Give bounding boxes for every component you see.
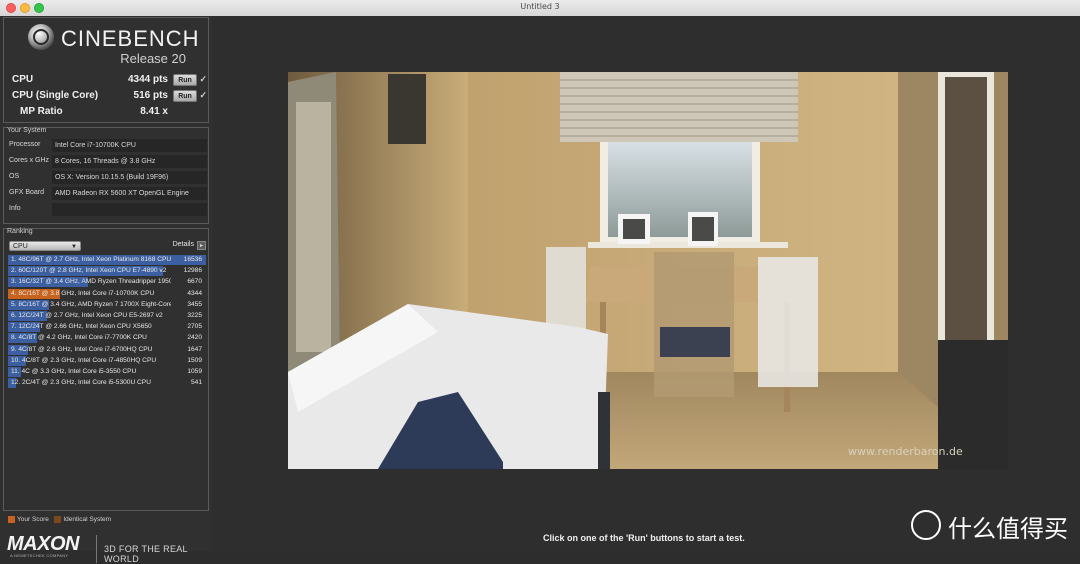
system-value: Intel Core i7-10700K CPU bbox=[52, 139, 207, 152]
cpu-score-label: CPU bbox=[12, 74, 34, 85]
footer-divider bbox=[96, 535, 97, 563]
cpu-run-button[interactable]: Run bbox=[173, 74, 197, 86]
ranking-label: 8. 4C/8T @ 4.2 GHz, Intel Core i7-7700K … bbox=[11, 334, 147, 342]
ranking-points: 4344 bbox=[187, 289, 202, 297]
score-panel: CINEBENCH Release 20 CPU 4344 pts Run ✓ … bbox=[3, 17, 209, 123]
system-value: AMD Radeon RX 5600 XT OpenGL Engine bbox=[52, 187, 207, 200]
legend-identical-system: Identical System bbox=[63, 516, 112, 524]
maxon-tagline: 3D FOR THE REAL WORLD bbox=[104, 544, 188, 564]
system-row-os: OS OS X: Version 10.15.5 (Build 19F96) bbox=[7, 171, 207, 184]
system-value: OS X: Version 10.15.5 (Build 19F96) bbox=[52, 171, 207, 184]
cpu-single-score-row: CPU (Single Core) 516 pts Run ✓ bbox=[8, 90, 208, 104]
your-score-swatch bbox=[8, 516, 15, 523]
system-row-info: Info bbox=[7, 203, 207, 216]
ranking-panel: Ranking CPU ▼ Details ▸ 1. 48C/96T @ 2.7… bbox=[3, 228, 209, 511]
ranking-row[interactable]: 11. 4C @ 3.3 GHz, Intel Core i5-3550 CPU… bbox=[8, 367, 206, 377]
ranking-label: 5. 8C/16T @ 3.4 GHz, AMD Ryzen 7 1700X E… bbox=[11, 300, 171, 308]
ranking-label: 11. 4C @ 3.3 GHz, Intel Core i5-3550 CPU bbox=[11, 368, 137, 375]
ranking-points: 2420 bbox=[187, 334, 202, 342]
ranking-label: 6. 12C/24T @ 2.7 GHz, Intel Xeon CPU E5-… bbox=[11, 312, 163, 319]
ranking-row[interactable]: 1. 48C/96T @ 2.7 GHz, Intel Xeon Platinu… bbox=[8, 255, 206, 265]
ranking-points: 6670 bbox=[187, 278, 202, 286]
ranking-row[interactable]: 12. 2C/4T @ 2.3 GHz, Intel Core i5-5300U… bbox=[8, 378, 206, 389]
ranking-row[interactable]: 2. 60C/120T @ 2.8 GHz, Intel Xeon CPU E7… bbox=[8, 266, 206, 277]
system-key: Cores x GHz bbox=[9, 157, 50, 164]
smzdm-logo-icon bbox=[911, 510, 941, 540]
system-row-cores: Cores x GHz 8 Cores, 16 Threads @ 3.8 GH… bbox=[7, 155, 207, 168]
ranking-title: Ranking bbox=[7, 228, 33, 235]
ranking-row[interactable]: 9. 4C/8T @ 2.6 GHz, Intel Core i7-6700HQ… bbox=[8, 344, 206, 355]
cpu-single-score-label: CPU (Single Core) bbox=[12, 90, 99, 101]
details-label: Details bbox=[172, 241, 194, 248]
cinebench-logo-ring bbox=[33, 29, 49, 45]
ranking-points: 12986 bbox=[183, 267, 202, 275]
ranking-row[interactable]: 8. 4C/8T @ 4.2 GHz, Intel Core i7-7700K … bbox=[8, 333, 206, 344]
system-key: Processor bbox=[9, 141, 41, 148]
system-value: 8 Cores, 16 Threads @ 3.8 GHz bbox=[52, 155, 207, 168]
cpu-score-row: CPU 4344 pts Run ✓ bbox=[8, 74, 208, 88]
your-system-title: Your System bbox=[7, 127, 47, 134]
ranking-row[interactable]: 5. 8C/16T @ 3.4 GHz, AMD Ryzen 7 1700X E… bbox=[8, 299, 206, 310]
legend-your-score: Your Score bbox=[17, 516, 49, 524]
render-watermark: www.renderbaron.de bbox=[848, 445, 963, 458]
room-render-illustration: www.renderbaron.de bbox=[288, 72, 1008, 469]
ranking-label: 7. 12C/24T @ 2.66 GHz, Intel Xeon CPU X5… bbox=[11, 323, 152, 331]
ranking-label: 9. 4C/8T @ 2.6 GHz, Intel Core i7-6700HQ… bbox=[11, 345, 153, 353]
maxon-subtitle: A NEMETSCHEK COMPANY bbox=[10, 553, 69, 558]
ranking-points: 1059 bbox=[187, 368, 202, 375]
ranking-row[interactable]: 3. 16C/32T @ 3.4 GHz, AMD Ryzen Threadri… bbox=[8, 277, 206, 288]
ranking-points: 16536 bbox=[183, 256, 202, 263]
ranking-label: 1. 48C/96T @ 2.7 GHz, Intel Xeon Platinu… bbox=[11, 256, 171, 263]
system-key: OS bbox=[9, 173, 20, 180]
ranking-row[interactable]: 10. 4C/8T @ 2.3 GHz, Intel Core i7-4850H… bbox=[8, 355, 206, 366]
system-row-processor: Processor Intel Core i7-10700K CPU bbox=[7, 139, 207, 152]
system-row-gfx: GFX Board AMD Radeon RX 5600 XT OpenGL E… bbox=[7, 187, 207, 200]
app-name: CINEBENCH bbox=[61, 26, 200, 51]
identical-system-swatch bbox=[54, 516, 62, 523]
ranking-points: 2705 bbox=[187, 323, 202, 331]
ranking-points: 1647 bbox=[187, 345, 202, 353]
cpu-single-check-icon: ✓ bbox=[199, 90, 207, 100]
ranking-label: 10. 4C/8T @ 2.3 GHz, Intel Core i7-4850H… bbox=[11, 356, 157, 364]
chevron-down-icon: ▼ bbox=[71, 244, 77, 250]
system-key: Info bbox=[9, 205, 21, 212]
mp-ratio-label: MP Ratio bbox=[20, 106, 63, 117]
ranking-select-value: CPU bbox=[13, 243, 28, 250]
ranking-legend: Your Score Identical System bbox=[8, 516, 111, 523]
ranking-label: 4. 8C/16T @ 3.8 GHz, Intel Core i7-10700… bbox=[11, 289, 155, 297]
app-release: Release 20 bbox=[120, 51, 186, 66]
run-hint: Click on one of the 'Run' buttons to sta… bbox=[543, 533, 745, 543]
cpu-score-value: 4344 pts bbox=[127, 74, 168, 85]
ranking-points: 541 bbox=[190, 379, 202, 387]
cpu-single-score-value: 516 pts bbox=[133, 90, 168, 101]
ranking-label: 3. 16C/32T @ 3.4 GHz, AMD Ryzen Threadri… bbox=[11, 278, 171, 286]
system-key: GFX Board bbox=[9, 189, 45, 196]
details-toggle-button[interactable]: ▸ bbox=[197, 241, 206, 250]
ranking-row[interactable]: 7. 12C/24T @ 2.66 GHz, Intel Xeon CPU X5… bbox=[8, 322, 206, 333]
mp-ratio-value: 8.41 x bbox=[140, 106, 168, 117]
cpu-check-icon: ✓ bbox=[199, 74, 207, 84]
ranking-points: 3225 bbox=[187, 312, 202, 319]
ranking-points: 1509 bbox=[187, 356, 202, 364]
cpu-single-run-button[interactable]: Run bbox=[173, 90, 197, 102]
render-image: www.renderbaron.de bbox=[288, 72, 1008, 469]
left-panel: CINEBENCH Release 20 CPU 4344 pts Run ✓ … bbox=[0, 16, 212, 564]
ranking-label: 2. 60C/120T @ 2.8 GHz, Intel Xeon CPU E7… bbox=[11, 267, 167, 275]
ranking-select[interactable]: CPU ▼ bbox=[9, 241, 81, 251]
system-info-field[interactable] bbox=[52, 203, 207, 216]
mp-ratio-row: MP Ratio 8.41 x bbox=[8, 106, 208, 120]
window-title: Untitled 3 bbox=[520, 2, 560, 11]
window-titlebar: Untitled 3 bbox=[0, 0, 1080, 17]
ranking-label: 12. 2C/4T @ 2.3 GHz, Intel Core i5-5300U… bbox=[11, 379, 151, 387]
smzdm-logo-text: 什么值得买 bbox=[948, 516, 1068, 543]
your-system-panel: Your System Processor Intel Core i7-1070… bbox=[3, 127, 209, 224]
ranking-row[interactable]: 4. 8C/16T @ 3.8 GHz, Intel Core i7-10700… bbox=[8, 288, 206, 299]
ranking-points: 3455 bbox=[187, 300, 202, 308]
ranking-row[interactable]: 6. 12C/24T @ 2.7 GHz, Intel Xeon CPU E5-… bbox=[8, 311, 206, 321]
